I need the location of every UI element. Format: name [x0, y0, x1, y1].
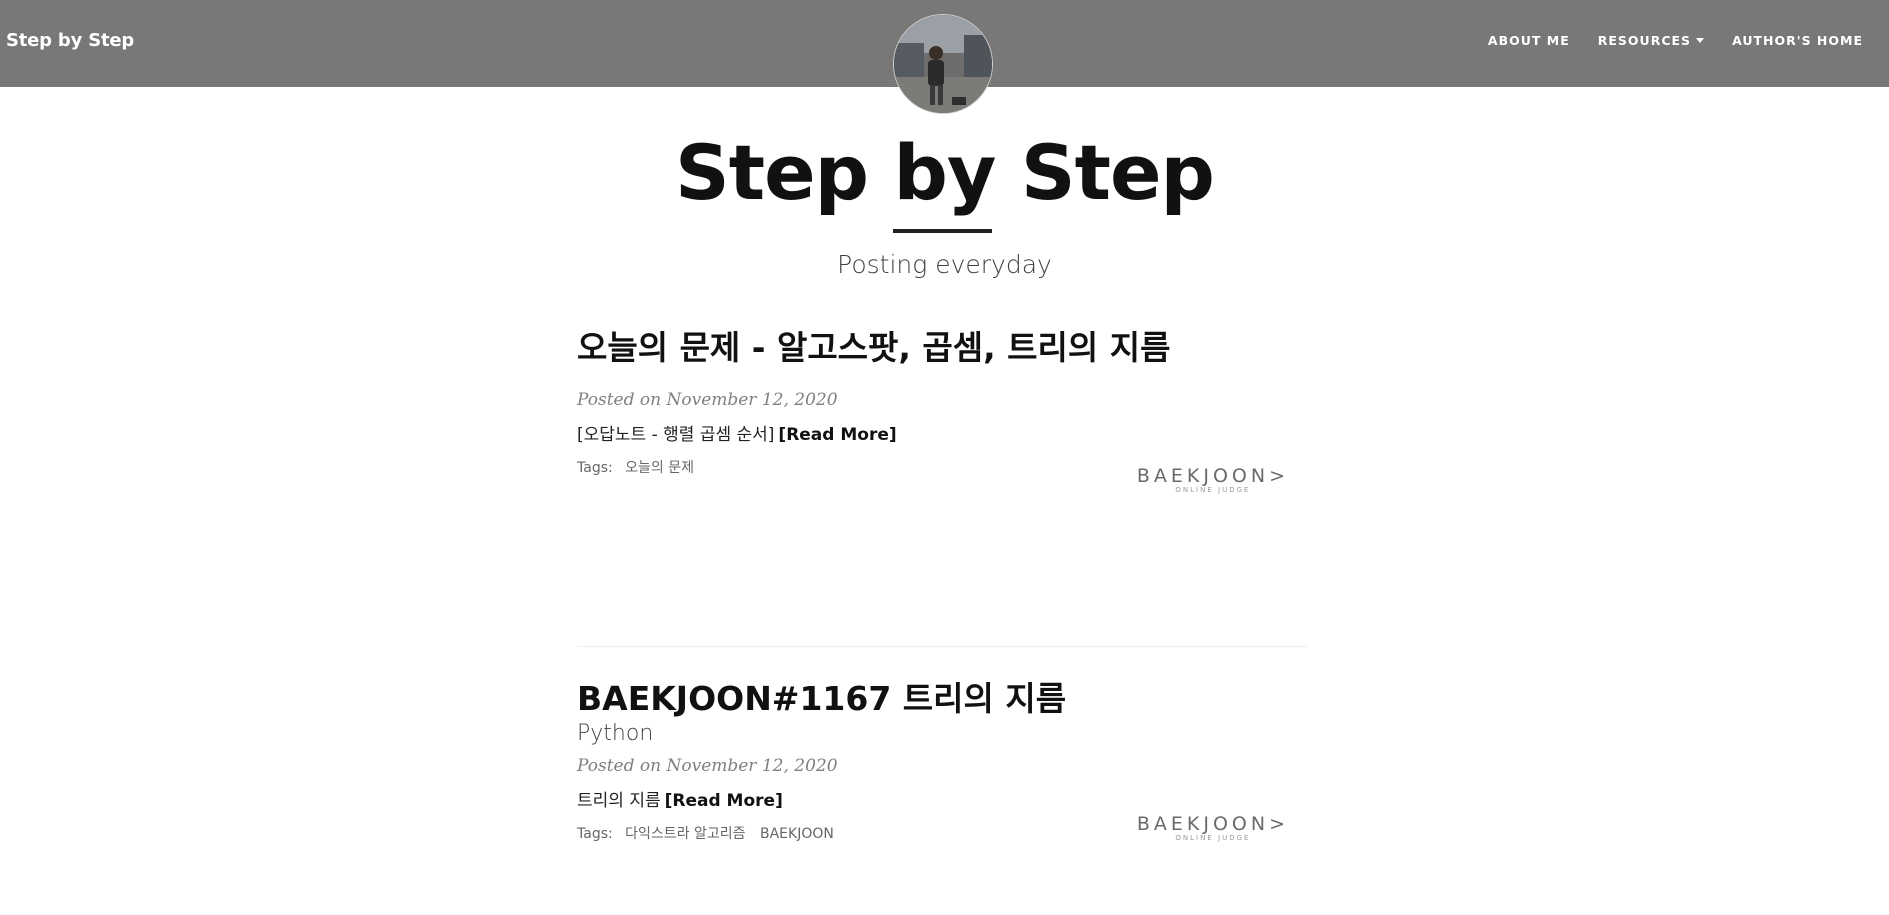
nav-about-me[interactable]: ABOUT ME — [1474, 33, 1584, 48]
title-underline — [893, 229, 992, 233]
post-excerpt: [오답노트 - 행렬 곱셈 순서] [Read More] — [577, 423, 1307, 447]
nav-authors-home[interactable]: AUTHOR'S HOME — [1718, 33, 1877, 48]
caret-down-icon — [1696, 38, 1705, 43]
post-title-link[interactable]: 오늘의 문제 - 알고스팟, 곱셈, 트리의 지름 — [577, 326, 1307, 370]
tag-link[interactable]: BAEKJOON — [760, 826, 834, 843]
read-more-link[interactable]: [Read More] — [665, 791, 783, 811]
site-subtitle: Posting everyday — [837, 250, 1052, 279]
tags-label: Tags: — [577, 460, 613, 476]
post-divider — [577, 646, 1307, 647]
post-subtitle: Python — [577, 721, 654, 746]
logo-subtext: ONLINE JUDGE — [1175, 834, 1251, 842]
logo-text: BAEKJOON> — [1136, 813, 1289, 835]
avatar[interactable] — [893, 14, 993, 114]
nav-authors-home-label: AUTHOR'S HOME — [1732, 33, 1863, 48]
post-excerpt-text: 트리의 지름 — [577, 791, 661, 811]
post-preview: 오늘의 문제 - 알고스팟, 곱셈, 트리의 지름 Posted on Nove… — [577, 326, 1307, 494]
post-thumbnail-baekjoon-logo[interactable]: BAEKJOON> ONLINE JUDGE — [1137, 466, 1289, 495]
post-excerpt: 트리의 지름 [Read More] — [577, 789, 1307, 813]
site-title: Step by Step — [675, 128, 1215, 217]
post-subtitle — [577, 370, 1307, 381]
nav-links: ABOUT ME RESOURCES AUTHOR'S HOME — [1474, 33, 1877, 48]
tag-link[interactable]: 오늘의 문제 — [625, 460, 694, 476]
nav-resources-label: RESOURCES — [1597, 33, 1692, 48]
post-meta: Posted on November 12, 2020 — [577, 756, 838, 776]
tag-link[interactable]: 다익스트라 알고리즘 — [625, 826, 745, 842]
brand-link[interactable]: Step by Step — [6, 30, 134, 51]
tags-label: Tags: — [577, 826, 613, 842]
post-thumbnail-baekjoon-logo[interactable]: BAEKJOON> ONLINE JUDGE — [1137, 814, 1289, 843]
read-more-link[interactable]: [Read More] — [778, 425, 896, 445]
logo-text: BAEKJOON> — [1136, 465, 1289, 487]
post-excerpt-text: [오답노트 - 행렬 곱셈 순서] — [577, 425, 775, 445]
post-meta: Posted on November 12, 2020 — [577, 390, 838, 410]
avatar-photo — [894, 15, 992, 113]
nav-resources-dropdown[interactable]: RESOURCES — [1584, 33, 1718, 48]
post-preview: BAEKJOON#1167 트리의 지름 Python Posted on No… — [577, 677, 1307, 845]
logo-subtext: ONLINE JUDGE — [1175, 486, 1251, 494]
post-title-link[interactable]: BAEKJOON#1167 트리의 지름 — [577, 677, 1307, 721]
nav-about-me-label: ABOUT ME — [1487, 33, 1570, 48]
